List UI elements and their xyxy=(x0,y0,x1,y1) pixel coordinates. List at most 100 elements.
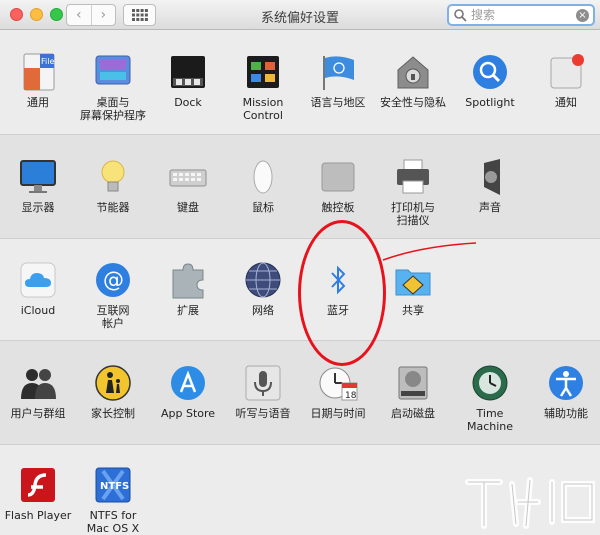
section-hardware: 显示器 节能器 键盘 鼠标 触控板 打印机与 扫描仪 声音 xyxy=(0,134,600,238)
lightbulb-icon xyxy=(93,157,133,197)
parental-controls-icon xyxy=(93,363,133,403)
pref-label: 日期与时间 xyxy=(310,407,366,420)
svg-text:@: @ xyxy=(103,268,124,292)
pref-sharing[interactable]: 共享 xyxy=(375,260,451,317)
section-system: 用户与群组 家长控制 App Store 听写与语音 18 日期与时间 启动磁盘… xyxy=(0,340,600,444)
pref-label: 通知 xyxy=(555,96,577,109)
pref-keyboard[interactable]: 键盘 xyxy=(150,157,226,214)
trackpad-icon xyxy=(318,157,358,197)
pref-flash-player[interactable]: Flash Player xyxy=(0,465,76,522)
pref-label: 启动磁盘 xyxy=(391,407,435,420)
search-field[interactable]: × xyxy=(447,4,595,26)
pref-mouse[interactable]: 鼠标 xyxy=(225,157,301,214)
svg-text:NTFS: NTFS xyxy=(100,481,129,492)
flash-player-icon xyxy=(18,465,58,505)
pref-displays[interactable]: 显示器 xyxy=(0,157,76,214)
pref-trackpad[interactable]: 触控板 xyxy=(300,157,376,214)
sharing-folder-icon xyxy=(393,260,433,300)
show-all-button[interactable] xyxy=(123,4,156,26)
globe-icon xyxy=(243,260,283,300)
system-preferences-window: ‹ › 系统偏好设置 × xyxy=(0,0,600,535)
pref-general[interactable]: File 通用 xyxy=(0,52,76,109)
watermark-logo xyxy=(465,477,595,529)
pref-time-machine[interactable]: Time Machine xyxy=(452,363,528,433)
users-icon xyxy=(18,363,58,403)
mouse-icon xyxy=(243,157,283,197)
pref-date-time[interactable]: 18 日期与时间 xyxy=(300,363,376,420)
pref-security-privacy[interactable]: 安全性与隐私 xyxy=(375,52,451,109)
pref-dock[interactable]: Dock xyxy=(150,52,226,109)
pref-label: 家长控制 xyxy=(91,407,135,420)
pref-label: 声音 xyxy=(479,201,501,214)
pref-label: 节能器 xyxy=(96,201,130,214)
icloud-icon xyxy=(18,260,58,300)
speaker-icon xyxy=(470,157,510,197)
annotation-line xyxy=(382,242,477,261)
spotlight-icon xyxy=(470,52,510,92)
pref-label: 扩展 xyxy=(177,304,199,317)
pref-label: 听写与语音 xyxy=(235,407,291,420)
close-window-button[interactable] xyxy=(10,8,23,21)
pref-dictation-speech[interactable]: 听写与语音 xyxy=(225,363,301,420)
svg-text:File: File xyxy=(41,57,54,66)
pref-accessibility[interactable]: 辅助功能 xyxy=(528,363,600,420)
display-icon xyxy=(18,157,58,197)
section-personal: File 通用 桌面与 屏幕保护程序 Dock Mission Control … xyxy=(0,30,600,134)
pref-language-region[interactable]: 语言与地区 xyxy=(300,52,376,109)
pref-internet-accounts[interactable]: @ 互联网 帐户 xyxy=(75,260,151,330)
pref-label: 触控板 xyxy=(321,201,355,214)
forward-button[interactable]: › xyxy=(90,5,116,25)
fullscreen-window-button[interactable] xyxy=(50,8,63,21)
pref-label: App Store xyxy=(160,407,216,420)
at-sign-icon: @ xyxy=(93,260,133,300)
clock-calendar-icon: 18 xyxy=(318,363,358,403)
pref-desktop-screensaver[interactable]: 桌面与 屏幕保护程序 xyxy=(75,52,151,122)
pref-label: 扫描仪 xyxy=(396,214,430,227)
pref-label: 桌面与 xyxy=(96,96,130,109)
chevron-right-icon: › xyxy=(100,7,107,23)
minimize-window-button[interactable] xyxy=(30,8,43,21)
clear-search-icon[interactable]: × xyxy=(576,9,589,22)
desktop-screensaver-icon xyxy=(93,52,133,92)
chevron-left-icon: ‹ xyxy=(75,7,82,23)
pref-icloud[interactable]: iCloud xyxy=(0,260,76,317)
pref-label: 互联网 xyxy=(96,304,130,317)
pref-label: Control xyxy=(243,109,283,122)
window-title: 系统偏好设置 xyxy=(260,11,339,26)
pref-energy-saver[interactable]: 节能器 xyxy=(75,157,151,214)
general-icon: File xyxy=(18,52,58,92)
pref-mission-control[interactable]: Mission Control xyxy=(225,52,301,122)
pref-network[interactable]: 网络 xyxy=(225,260,301,317)
pref-extensions[interactable]: 扩展 xyxy=(150,260,226,317)
search-icon xyxy=(454,9,467,22)
pref-notifications[interactable]: 通知 xyxy=(528,52,600,109)
pref-label: Dock xyxy=(174,96,202,109)
pref-label: 键盘 xyxy=(177,201,199,214)
dock-icon xyxy=(168,52,208,92)
pref-ntfs[interactable]: NTFS NTFS for Mac OS X xyxy=(75,465,151,535)
pref-printers-scanners[interactable]: 打印机与 扫描仪 xyxy=(375,157,451,227)
pref-app-store[interactable]: App Store xyxy=(150,363,226,420)
pref-label: iCloud xyxy=(20,304,56,317)
navigation-buttons: ‹ › xyxy=(66,4,116,26)
pref-label: 网络 xyxy=(252,304,274,317)
svg-text:18: 18 xyxy=(345,391,357,401)
back-button[interactable]: ‹ xyxy=(67,5,91,25)
pref-label: 打印机与 xyxy=(391,201,435,214)
printer-icon xyxy=(393,157,433,197)
pref-startup-disk[interactable]: 启动磁盘 xyxy=(375,363,451,420)
pref-parental-controls[interactable]: 家长控制 xyxy=(75,363,151,420)
pref-label: Time Machine xyxy=(466,407,514,433)
title-bar: ‹ › 系统偏好设置 × xyxy=(0,0,600,30)
search-input[interactable] xyxy=(471,7,571,23)
pref-label: 语言与地区 xyxy=(310,96,366,109)
pref-label: Mac OS X xyxy=(86,522,140,535)
microphone-icon xyxy=(243,363,283,403)
pref-sound[interactable]: 声音 xyxy=(452,157,528,214)
pref-users-groups[interactable]: 用户与群组 xyxy=(0,363,76,420)
pref-spotlight[interactable]: Spotlight xyxy=(452,52,528,109)
pref-label: 通用 xyxy=(27,96,49,109)
mission-control-icon xyxy=(243,52,283,92)
highlight-annotation-ellipse xyxy=(298,220,386,366)
pref-label: Flash Player xyxy=(4,509,72,522)
